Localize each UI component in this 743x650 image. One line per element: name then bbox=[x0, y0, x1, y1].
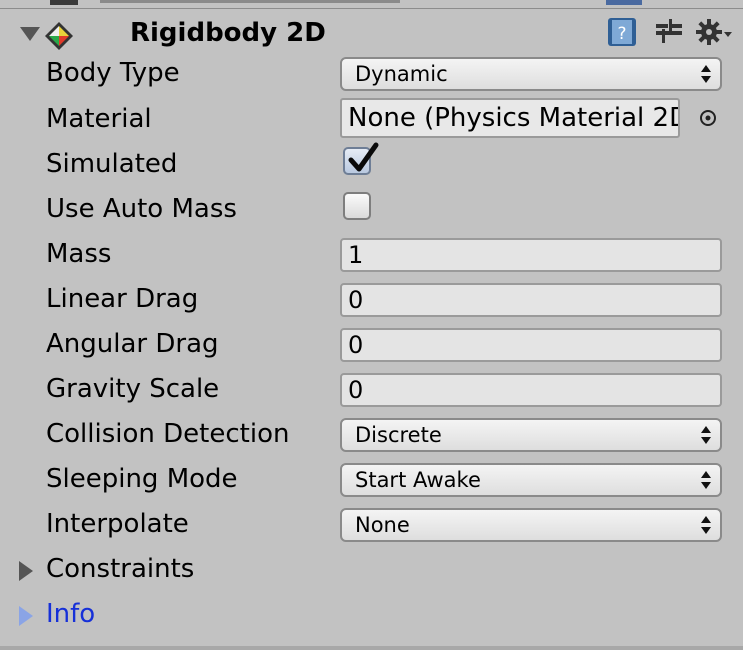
gear-icon[interactable] bbox=[696, 16, 734, 48]
body-type-label: Body Type bbox=[46, 58, 180, 88]
previous-component-fragment bbox=[50, 0, 78, 5]
collision-detection-row: Collision Detection Discrete bbox=[0, 413, 743, 458]
use-auto-mass-row: Use Auto Mass bbox=[0, 188, 743, 233]
collision-detection-value: Discrete bbox=[355, 423, 442, 447]
constraints-label[interactable]: Constraints bbox=[46, 552, 194, 586]
interpolate-value: None bbox=[355, 513, 410, 537]
angular-drag-row: Angular Drag 0 bbox=[0, 323, 743, 368]
sleeping-mode-label: Sleeping Mode bbox=[46, 464, 238, 494]
sleeping-mode-row: Sleeping Mode Start Awake bbox=[0, 458, 743, 503]
use-auto-mass-label: Use Auto Mass bbox=[46, 194, 237, 224]
help-book-icon[interactable]: ? bbox=[606, 16, 638, 48]
material-object-field[interactable]: None (Physics Material 2D) bbox=[340, 98, 680, 138]
chevron-down-icon[interactable] bbox=[20, 27, 40, 41]
linear-drag-label: Linear Drag bbox=[46, 284, 199, 314]
gravity-scale-input[interactable]: 0 bbox=[340, 373, 722, 407]
component-title: Rigidbody 2D bbox=[130, 18, 326, 48]
dropdown-arrows-icon bbox=[701, 65, 711, 83]
body-type-value: Dynamic bbox=[355, 62, 448, 86]
presets-icon[interactable] bbox=[653, 16, 685, 48]
mass-input[interactable]: 1 bbox=[340, 238, 722, 272]
simulated-label: Simulated bbox=[46, 149, 178, 179]
previous-component-fragment bbox=[100, 0, 400, 3]
chevron-right-icon[interactable] bbox=[19, 561, 33, 581]
dropdown-arrows-icon bbox=[701, 516, 711, 534]
dropdown-arrows-icon bbox=[701, 471, 711, 489]
linear-drag-input[interactable]: 0 bbox=[340, 283, 722, 317]
sleeping-mode-value: Start Awake bbox=[355, 468, 481, 492]
dropdown-arrows-icon bbox=[701, 426, 711, 444]
component-header[interactable]: Rigidbody 2D ? bbox=[0, 9, 743, 55]
rigidbody2d-icon bbox=[45, 22, 73, 50]
simulated-checkbox[interactable] bbox=[343, 142, 379, 175]
simulated-row: Simulated bbox=[0, 142, 743, 188]
material-row: Material None (Physics Material 2D) bbox=[0, 98, 743, 143]
gravity-scale-label: Gravity Scale bbox=[46, 374, 220, 404]
body-type-dropdown[interactable]: Dynamic bbox=[340, 57, 722, 91]
collision-detection-dropdown[interactable]: Discrete bbox=[340, 418, 722, 452]
checkmark-icon bbox=[348, 142, 379, 172]
interpolate-dropdown[interactable]: None bbox=[340, 508, 722, 542]
interpolate-row: Interpolate None bbox=[0, 503, 743, 548]
svg-text:?: ? bbox=[617, 24, 626, 44]
body-type-row: Body Type Dynamic bbox=[0, 52, 743, 97]
chevron-right-icon[interactable] bbox=[19, 606, 33, 626]
gravity-scale-row: Gravity Scale 0 bbox=[0, 368, 743, 413]
object-picker-icon[interactable] bbox=[698, 108, 718, 128]
info-label[interactable]: Info bbox=[46, 597, 95, 631]
angular-drag-input[interactable]: 0 bbox=[340, 328, 722, 362]
collision-detection-label: Collision Detection bbox=[46, 419, 290, 449]
mass-row: Mass 1 bbox=[0, 233, 743, 278]
interpolate-label: Interpolate bbox=[46, 509, 189, 539]
linear-drag-row: Linear Drag 0 bbox=[0, 278, 743, 323]
constraints-foldout[interactable]: Constraints bbox=[0, 548, 743, 593]
divider bbox=[0, 646, 743, 650]
angular-drag-label: Angular Drag bbox=[46, 329, 219, 359]
sleeping-mode-dropdown[interactable]: Start Awake bbox=[340, 463, 722, 497]
info-foldout[interactable]: Info bbox=[0, 593, 743, 638]
previous-component-fragment bbox=[606, 0, 642, 5]
use-auto-mass-checkbox[interactable] bbox=[343, 192, 371, 220]
previous-component-strip bbox=[0, 0, 743, 9]
mass-label: Mass bbox=[46, 239, 112, 269]
material-label: Material bbox=[46, 104, 152, 134]
